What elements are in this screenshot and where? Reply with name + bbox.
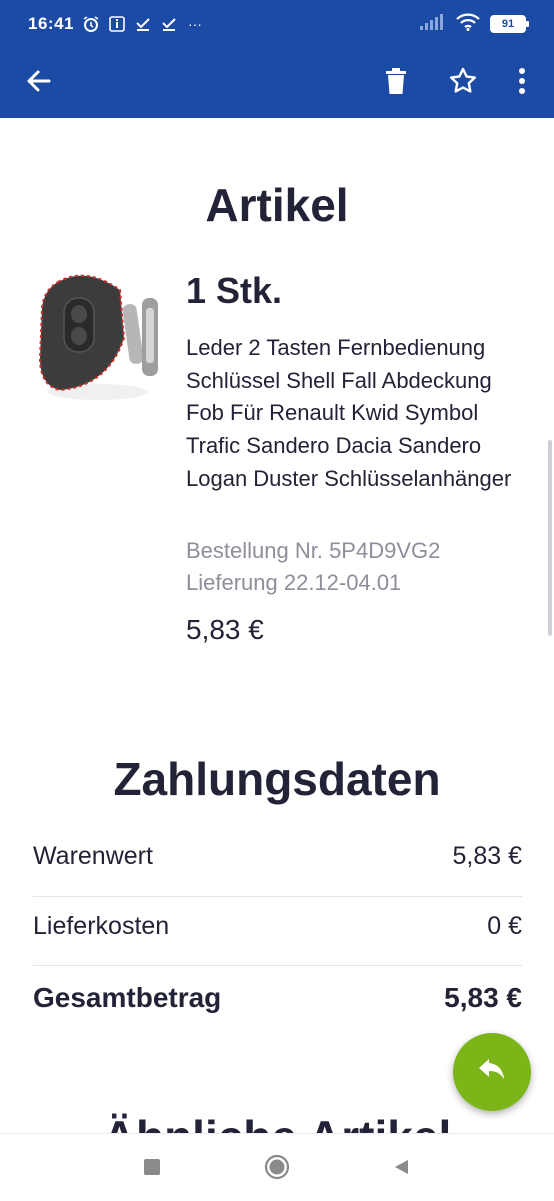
- status-right: 91: [420, 13, 529, 36]
- wifi-icon: [456, 13, 480, 36]
- back-button[interactable]: [14, 58, 64, 108]
- system-nav-bar: [0, 1133, 554, 1201]
- recents-button[interactable]: [137, 1154, 167, 1184]
- payment-row-shipping: Lieferkosten 0 €: [33, 912, 522, 941]
- order-number: Bestellung Nr. 5P4D9VG2: [186, 538, 441, 563]
- battery-icon: 91: [490, 15, 529, 33]
- scroll-indicator[interactable]: [548, 440, 552, 636]
- alarm-icon: [82, 15, 100, 33]
- more-dots-icon: ···: [187, 16, 202, 32]
- signal-icon: [420, 13, 446, 35]
- payment-value: 0 €: [487, 912, 522, 940]
- payment-label: Gesamtbetrag: [33, 982, 222, 1013]
- product-price: 5,83 €: [186, 614, 264, 645]
- product-name[interactable]: Leder 2 Tasten Fernbedienung Schlüssel S…: [186, 332, 526, 496]
- notification-icons: ···: [82, 15, 204, 33]
- product-quantity: 1 Stk.: [186, 270, 283, 311]
- trash-icon: [384, 67, 408, 100]
- payment-row-total: Gesamtbetrag 5,83 €: [33, 982, 522, 1014]
- system-back-button[interactable]: [386, 1154, 416, 1184]
- payment-section-title: Zahlungsdaten: [113, 753, 441, 805]
- status-bar: 16:41 ··· 91: [0, 0, 554, 48]
- check-icon: [160, 15, 178, 33]
- divider: [33, 965, 522, 966]
- arrow-left-icon: [25, 67, 53, 100]
- back-triangle-icon: [392, 1158, 410, 1181]
- status-time: 16:41: [28, 14, 74, 33]
- check-icon: [134, 15, 152, 33]
- reply-icon: [477, 1057, 507, 1088]
- similar-articles-title: Ähnliche Artikel: [0, 1110, 554, 1135]
- payment-label: Lieferkosten: [33, 912, 170, 940]
- divider: [33, 896, 522, 897]
- product-image[interactable]: [38, 268, 162, 402]
- info-icon: [108, 15, 126, 33]
- reply-button[interactable]: [453, 1033, 531, 1111]
- payment-row-goods-value: Warenwert 5,83 €: [33, 842, 522, 871]
- article-section-title: Artikel: [205, 179, 349, 231]
- payment-label: Warenwert: [33, 842, 153, 870]
- home-circle-icon: [263, 1153, 291, 1186]
- recents-square-icon: [143, 1158, 161, 1181]
- payment-value: 5,83 €: [452, 842, 522, 870]
- home-button[interactable]: [262, 1154, 292, 1184]
- app-bar: [0, 48, 554, 118]
- more-vert-icon: [518, 67, 526, 99]
- delete-button[interactable]: [371, 58, 421, 108]
- more-options-button[interactable]: [497, 58, 547, 108]
- star-outline-icon: [448, 66, 478, 101]
- delivery-date: Lieferung 22.12-04.01: [186, 570, 402, 595]
- payment-value: 5,83 €: [444, 982, 522, 1013]
- favorite-button[interactable]: [438, 58, 488, 108]
